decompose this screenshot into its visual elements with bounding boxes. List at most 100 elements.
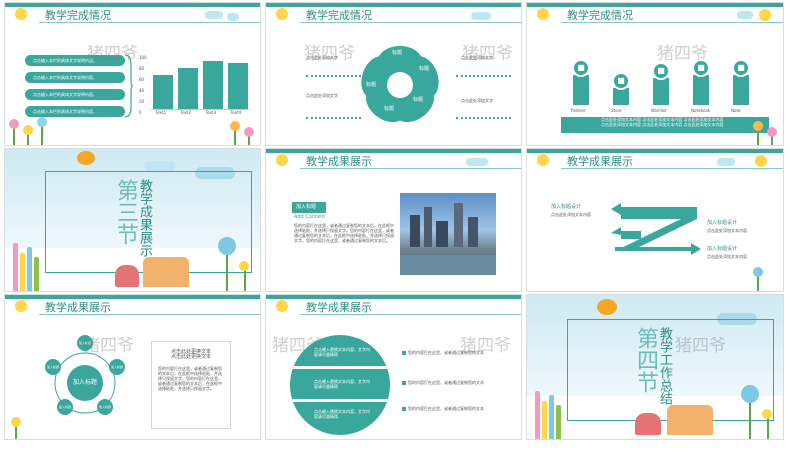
slide-title: 教学成果展示 <box>567 155 633 168</box>
chat-icon: ■ <box>652 61 670 80</box>
bar-chart <box>150 57 250 110</box>
slide-3[interactable]: 教学完成情况 ■ Partner ■ Store ■ Wishlist ■ Notebook ■… <box>526 2 784 146</box>
slide-title: 教学成果展示 <box>306 155 372 168</box>
heading: 加入标题设计 <box>707 246 738 252</box>
bullet-square <box>402 351 406 355</box>
body-text: 点击此处添加文本内容 <box>707 228 747 233</box>
note-text: 点击此处添加文字 <box>306 93 338 98</box>
y-tick: 40 <box>139 88 145 93</box>
arrow-z-diagram <box>611 203 701 255</box>
sun-icon <box>276 154 288 166</box>
bullet-pill: 点击输入本栏的具体文字说明内容。 <box>25 55 125 66</box>
section-number: 第三节 <box>113 179 138 245</box>
sun-icon <box>755 155 767 167</box>
slide-title: 教学成果展示 <box>45 301 111 314</box>
flower-decoration <box>5 117 65 145</box>
flower-decoration <box>206 237 256 291</box>
sun-icon <box>759 9 771 21</box>
ring-text: 点击输入替换文本内容，文字内容请尽量精简 <box>314 379 370 389</box>
top-accent <box>5 3 260 7</box>
slide-5[interactable]: 教学成果展示 加入标题 Add Content 您的内容打在这里，或者通过复制您… <box>265 148 522 292</box>
satellite-node: 加入标题 <box>97 399 113 415</box>
y-tick: 0 <box>139 110 142 115</box>
slide-title: 教学完成情况 <box>306 9 372 22</box>
city-photo <box>400 193 496 275</box>
satellite-node: 加入标题 <box>77 335 93 351</box>
dotted-rule <box>456 117 511 119</box>
pencil-decoration <box>542 401 547 439</box>
window-icon: ■ <box>572 59 590 77</box>
watermark: 猪四爷 <box>462 44 513 64</box>
dotted-rule <box>306 117 361 119</box>
label-tag: 加入标题 <box>292 202 326 213</box>
pencil-decoration <box>549 395 554 439</box>
box-title: 点击此处更换文本 <box>170 354 211 360</box>
item-label: Store <box>611 108 622 113</box>
top-accent <box>266 149 521 153</box>
title-rule <box>39 22 260 23</box>
slide-7[interactable]: 教学成果展示 加入标题 加入标题 加入标题 加入标题 加入标题 加入标题 点击此… <box>4 294 261 440</box>
cloud-icon <box>466 158 488 166</box>
x-tick-label: Text1 <box>155 110 167 115</box>
pencil-decoration <box>27 247 32 291</box>
flower-decoration <box>729 385 779 439</box>
pencil-decoration <box>13 243 18 291</box>
chart-bar <box>202 61 223 109</box>
title-rule <box>300 314 521 315</box>
y-tick: 20 <box>139 99 145 104</box>
note-text: 点击此处添加文字 <box>461 98 493 103</box>
slide-8[interactable]: 教学成果展示 点击输入替换文本内容，文字内容请尽量精简 点击输入替换文本内容，文… <box>265 294 522 440</box>
slide-4[interactable]: 教学成果展示 第三节 <box>4 148 261 292</box>
level-bar <box>653 77 669 105</box>
slide-6[interactable]: 教学成果展示 加入标题设计 点击此处添加文本内容 加入标题设计 点击此处添加文本… <box>526 148 784 292</box>
x-tick-label: Text2 <box>180 110 192 115</box>
slide-title: 教学完成情况 <box>45 9 111 22</box>
slide-1[interactable]: 教学完成情况 点击输入本栏的具体文字说明内容。 点击输入本栏的具体文字说明内容。… <box>4 2 261 146</box>
y-tick: 60 <box>139 77 145 82</box>
title-rule <box>300 22 521 23</box>
school-building <box>143 257 189 287</box>
pencil-decoration <box>34 257 39 291</box>
school-building <box>667 405 713 435</box>
box-text: 您的内容打在这里，或者通过复制您的文本后，在此框中选择粘贴，并选择只保留文字。您… <box>158 366 222 391</box>
ring-text: 点击输入替换文本内容，文字内容请尽量精简 <box>314 347 370 357</box>
center-label: 加入标题 <box>72 379 97 386</box>
flower-decoration <box>743 265 783 291</box>
top-accent <box>527 3 783 7</box>
bullet-square <box>402 381 406 385</box>
y-axis-ticks: 100 80 60 40 20 0 <box>139 55 149 115</box>
caption-banner: 点击此处添加文本内容 点击此处添加文本内容 点击此处添加文本内容 点击此处添加文… <box>561 117 769 133</box>
monitor-icon: ■ <box>732 59 750 77</box>
x-tick-label: Text3 <box>205 110 217 115</box>
slide-2[interactable]: 教学完成情况 标题 标题 标题 标题 标题 点击此处添加文字 点击此处添加文字 … <box>265 2 522 146</box>
text-box: 点击此处更换文本 点击此处更换文本 您的内容打在这里，或者通过复制您的文本后，在… <box>151 341 231 429</box>
x-tick-label: Text4 <box>230 110 242 115</box>
pencil-decoration <box>20 253 25 291</box>
cloud-icon <box>227 13 239 21</box>
bullet-pill: 点击输入本栏的具体文字说明内容。 <box>25 72 125 83</box>
top-accent <box>266 3 521 7</box>
level-bar <box>733 75 749 105</box>
right-text: 您的内容打在这里，或者通过复制您的文本 <box>408 380 484 385</box>
cloud-icon <box>717 158 735 166</box>
slide-9[interactable]: 教学工作总结 第四节 猪四爷 <box>526 294 784 440</box>
top-accent <box>527 149 783 153</box>
chart-bar <box>177 68 198 109</box>
sun-icon <box>15 300 27 312</box>
balloon-icon <box>77 151 95 165</box>
sun-icon <box>15 8 27 20</box>
petal-label: 标题 <box>419 66 430 72</box>
body-text: 点击此处添加文本内容 <box>707 254 747 259</box>
y-tick: 80 <box>139 66 145 71</box>
level-bar <box>573 75 589 105</box>
chart-bar <box>227 63 248 109</box>
satellite-node: 加入标题 <box>45 359 61 375</box>
petal-label: 标题 <box>366 82 377 88</box>
item-label: Note <box>731 108 741 113</box>
level-bar <box>613 87 629 105</box>
title-rule <box>39 314 260 315</box>
body-text: 点击此处添加文本内容 <box>551 212 591 217</box>
chart-bar <box>152 75 173 109</box>
center-node: 加入标题 <box>67 365 103 401</box>
petal-label: 标题 <box>384 106 395 112</box>
